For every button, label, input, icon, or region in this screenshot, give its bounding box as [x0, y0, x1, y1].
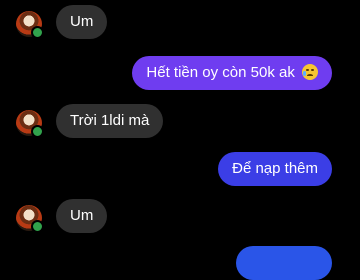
message-text: Um	[70, 207, 94, 224]
message-row-incoming: Um	[0, 199, 360, 233]
online-status-icon	[31, 220, 44, 233]
message-row-outgoing	[0, 246, 360, 280]
message-row-incoming: Um	[0, 5, 360, 39]
message-bubble-incoming[interactable]: Trời 1ldi mà	[56, 104, 164, 138]
message-bubble-outgoing[interactable]: Hết tiền oy còn 50k ak	[132, 56, 332, 90]
contact-avatar[interactable]	[16, 11, 44, 39]
message-bubble-incoming[interactable]: Um	[56, 199, 108, 233]
message-text: Trời 1ldi mà	[70, 112, 150, 129]
contact-avatar[interactable]	[16, 205, 44, 233]
message-bubble-outgoing[interactable]: Để nạp thêm	[218, 152, 332, 186]
online-status-icon	[31, 125, 44, 138]
online-status-icon	[31, 26, 44, 39]
message-row-incoming: Trời 1ldi mà	[0, 104, 360, 138]
message-row-outgoing: Để nạp thêm	[0, 152, 360, 186]
message-text: Hết tiền oy còn 50k ak	[146, 64, 295, 81]
crying-face-emoji-icon	[302, 64, 318, 80]
message-thread: Um Hết tiền oy còn 50k ak Trời 1ldi mà Đ…	[0, 0, 360, 280]
message-row-outgoing: Hết tiền oy còn 50k ak	[0, 56, 360, 90]
message-bubble-incoming[interactable]: Um	[56, 5, 108, 39]
contact-avatar[interactable]	[16, 110, 44, 138]
message-text: Um	[70, 13, 94, 30]
message-bubble-outgoing[interactable]	[236, 246, 332, 280]
message-text: Để nạp thêm	[232, 160, 318, 177]
